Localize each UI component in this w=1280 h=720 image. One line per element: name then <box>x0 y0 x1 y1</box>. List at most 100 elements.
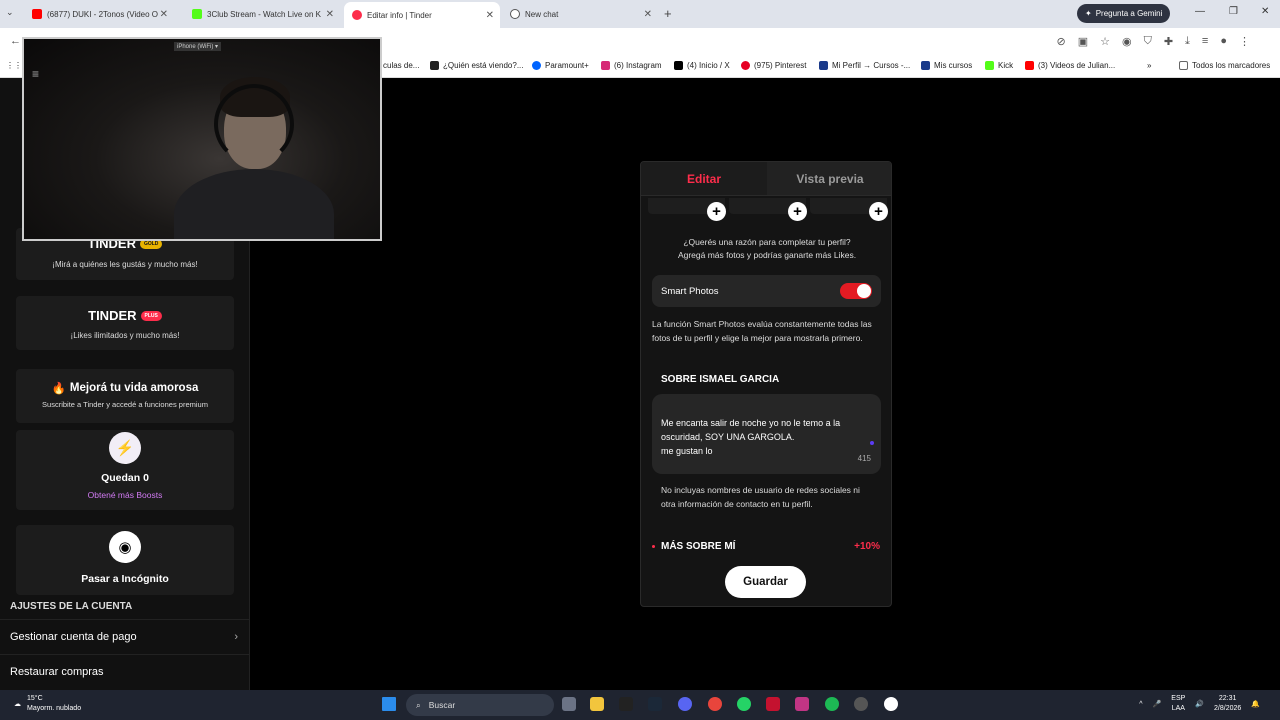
new-tab-button[interactable]: + <box>664 6 672 21</box>
tab-edit[interactable]: Editar <box>641 162 767 195</box>
minimize-button[interactable]: — <box>1195 6 1205 17</box>
toolbar-icons: ⊘ ▣ ☆ ◉ ⛉ ✚ ⤓ ≡ ● ⋮ <box>1056 35 1250 48</box>
bookmark-item[interactable]: ¿Quién está viendo?... <box>430 61 524 70</box>
bio-char-count: 415 <box>857 454 871 463</box>
gemini-button[interactable]: ✦ Pregunta a Gemini <box>1077 4 1171 23</box>
add-photo-button[interactable]: + <box>707 202 726 221</box>
epic-games-icon[interactable] <box>619 697 633 711</box>
mic-icon[interactable]: 🎤 <box>1153 700 1162 708</box>
account-settings-header: AJUSTES DE LA CUENTA <box>10 601 133 612</box>
boosts-card[interactable]: ⚡ Quedan 0 Obtené más Boosts <box>16 430 234 510</box>
editor-tabs: Editar Vista previa <box>641 162 891 196</box>
tab-youtube[interactable]: (6877) DUKI - 2Tonos (Video O ✕ <box>24 3 174 25</box>
close-icon[interactable]: ✕ <box>644 9 652 20</box>
get-boosts-link[interactable]: Obtené más Boosts <box>16 490 234 500</box>
bookmark-item[interactable]: Mis cursos <box>921 61 972 70</box>
bookmark-icon <box>819 61 828 70</box>
bookmark-icon <box>430 61 439 70</box>
notification-icon[interactable]: 🔔 <box>1251 700 1260 708</box>
list-icon[interactable]: ≡ <box>1202 35 1208 48</box>
tab-new-chat[interactable]: New chat ✕ <box>502 3 658 25</box>
back-icon[interactable]: ← <box>10 35 21 47</box>
bookmark-item[interactable]: (4) Inicio / X <box>674 61 730 70</box>
bookmark-icon <box>921 61 930 70</box>
puzzle-icon[interactable]: ✚ <box>1164 35 1173 48</box>
tab-tinder[interactable]: Editar info | Tinder ✕ <box>344 2 500 28</box>
apps-icon[interactable]: ⋮⋮ <box>6 61 22 70</box>
bio-textarea[interactable]: Me encanta salir de noche yo no le temo … <box>652 394 881 474</box>
tab-kick[interactable]: 3Club Stream - Watch Live on K ✕ <box>184 3 340 25</box>
bookmark-item[interactable]: Kick <box>985 61 1013 70</box>
more-about-me-title: MÁS SOBRE MÍ <box>661 541 736 552</box>
tinder-plus-logo: TINDER PLUS <box>16 308 234 323</box>
star-icon[interactable]: ☆ <box>1100 35 1110 48</box>
bookmark-item[interactable]: (3) Videos de Julian... <box>1025 61 1115 70</box>
taskbar-search[interactable]: ⌕ Buscar <box>406 694 554 716</box>
avatar[interactable]: ● <box>1220 35 1227 48</box>
app-icon[interactable] <box>766 697 780 711</box>
extension-icon[interactable]: ◉ <box>1122 35 1132 48</box>
clock[interactable]: 22:31 2/8/2026 <box>1214 694 1241 714</box>
discord-icon[interactable] <box>678 697 692 711</box>
cursor-dot <box>870 441 874 445</box>
close-window-button[interactable]: ✕ <box>1261 6 1269 17</box>
windows-start-icon[interactable] <box>382 697 396 711</box>
complete-profile-hint: ¿Querés una razón para completar tu perf… <box>677 237 857 260</box>
premium-title: 🔥 Mejorá tu vida amorosa <box>51 382 199 395</box>
steam-icon[interactable] <box>648 697 662 711</box>
search-icon: ⌕ <box>416 699 421 710</box>
bookmark-item[interactable]: (6) Instagram <box>601 61 662 70</box>
add-photo-button[interactable]: + <box>788 202 807 221</box>
system-tray: ^ 🎤 ESP LAA 🔊 22:31 2/8/2026 🔔 <box>1139 694 1260 714</box>
add-photo-button[interactable]: + <box>869 202 888 221</box>
profile-editor: Editar Vista previa + + + ¿Querés una ra… <box>640 161 892 607</box>
x-icon <box>674 61 683 70</box>
webcam-overlay: iPhone (WiFi) ▾ ≡ <box>22 37 382 241</box>
restore-purchases-row[interactable]: Restaurar compras <box>0 654 250 688</box>
smart-photos-description: La función Smart Photos evalúa constante… <box>652 319 872 343</box>
about-title: SOBRE ISMAEL GARCIA <box>661 374 780 385</box>
toggle-knob <box>857 284 871 298</box>
save-button[interactable]: Guardar <box>725 566 806 598</box>
streamer-body <box>174 169 334 239</box>
screen-icon[interactable]: ▣ <box>1078 35 1088 48</box>
instagram-icon[interactable] <box>795 697 809 711</box>
language-indicator[interactable]: ESP LAA <box>1171 694 1185 714</box>
bookmark-item[interactable]: (975) Pinterest <box>741 61 806 70</box>
volume-icon[interactable]: 🔊 <box>1195 700 1204 708</box>
shield-icon[interactable]: ⛉ <box>1144 35 1152 48</box>
settings-icon[interactable] <box>854 697 868 711</box>
premium-card[interactable]: 🔥 Mejorá tu vida amorosa Suscribite a Ti… <box>16 369 234 423</box>
folder-icon[interactable] <box>590 697 604 711</box>
incognito-card[interactable]: ◉ Pasar a Incógnito <box>16 525 234 595</box>
instagram-icon <box>601 61 610 70</box>
download-icon[interactable]: ⤓ <box>1185 35 1190 48</box>
more-icon[interactable]: ⋮ <box>1239 35 1250 48</box>
spotify-icon[interactable] <box>825 697 839 711</box>
contact-info-warning: No incluyas nombres de usuario de redes … <box>661 485 860 509</box>
whatsapp-icon[interactable] <box>737 697 751 711</box>
chevron-right-icon[interactable]: » <box>1147 61 1151 70</box>
chevron-up-icon[interactable]: ^ <box>1139 701 1142 708</box>
close-icon[interactable]: ✕ <box>326 9 334 20</box>
kick-icon <box>192 9 202 19</box>
tab-search-icon[interactable]: ⌄ <box>6 7 14 18</box>
smart-photos-toggle[interactable] <box>840 283 872 299</box>
bookmark-item[interactable]: Mi Perfil → Cursos -... <box>819 61 910 70</box>
maximize-button[interactable]: ❐ <box>1229 6 1238 17</box>
bookmark-item[interactable]: culas de... <box>383 61 419 70</box>
bookmark-item[interactable]: Todos los marcadores <box>1179 61 1270 70</box>
obs-icon[interactable] <box>884 697 898 711</box>
flame-icon: 🔥 <box>51 383 66 395</box>
chrome-icon[interactable] <box>708 697 722 711</box>
tracking-icon[interactable]: ⊘ <box>1056 35 1065 48</box>
close-icon[interactable]: ✕ <box>486 10 494 21</box>
taskview-icon[interactable] <box>562 697 576 711</box>
close-icon[interactable]: ✕ <box>160 9 168 20</box>
tinder-plus-card[interactable]: TINDER PLUS ¡Likes ilimitados y mucho má… <box>16 296 234 350</box>
bookmark-item[interactable]: Paramount+ <box>532 61 589 70</box>
weather-widget[interactable]: ☁ 15°C Mayorm. nublado <box>14 694 81 714</box>
gemini-icon: ✦ <box>1085 9 1092 18</box>
manage-payment-row[interactable]: Gestionar cuenta de pago › <box>0 619 250 653</box>
tab-preview[interactable]: Vista previa <box>767 162 891 195</box>
